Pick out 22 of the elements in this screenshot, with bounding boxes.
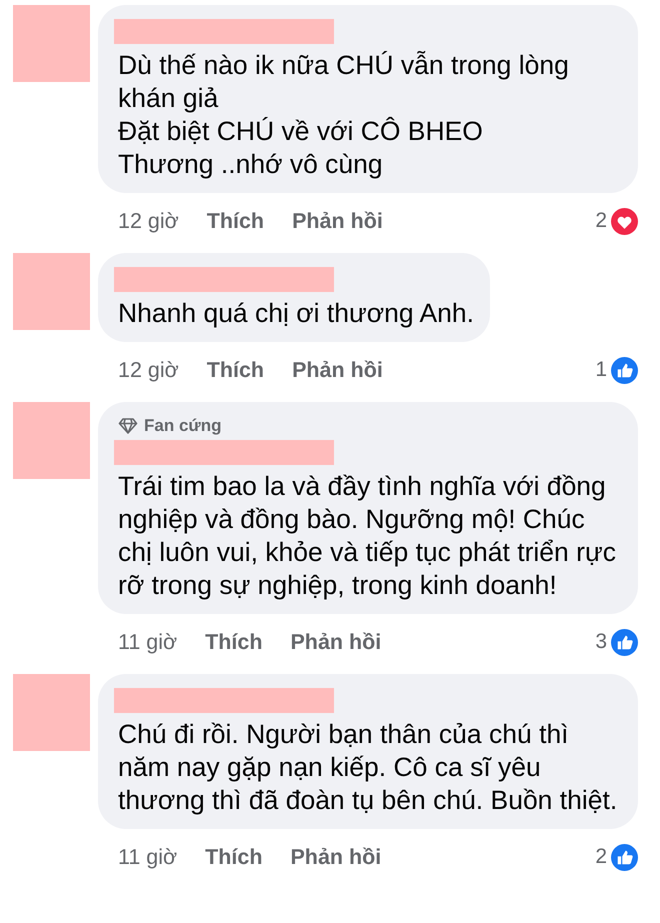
reaction-count: 3 <box>595 630 607 654</box>
like-link[interactable]: Thích <box>206 208 264 234</box>
badge-label: Fan cứng <box>144 416 222 436</box>
reply-link[interactable]: Phản hồi <box>290 630 382 654</box>
like-link[interactable]: Thích <box>205 844 262 870</box>
reaction-count: 2 <box>595 209 607 233</box>
reaction-count: 2 <box>595 845 607 869</box>
reply-link[interactable]: Phản hồi <box>292 208 383 234</box>
comment-time: 11 giờ <box>118 844 178 870</box>
reaction-count: 1 <box>595 358 607 382</box>
reply-link[interactable]: Phản hồi <box>292 358 383 382</box>
like-link[interactable]: Thích <box>205 630 262 654</box>
comment-text: Chú đi rồi. Người bạn thân của chú thì năm nay gặp nạn kiếp. Cô ca sĩ yêu thương thì đã đoàn tụ bên chú. Buồn thiệt. <box>118 718 618 817</box>
diamond-icon <box>118 416 138 436</box>
comment-text: Trái tim bao la và đầy tình nghĩa với đồng nghiệp và đồng bào. Ngưỡng mộ! Chúc chị luôn vui, khỏe và tiếp tục phát triển rực rỡ trong sự nghiệp, trong kinh doanh! <box>118 470 617 602</box>
reply-link[interactable]: Phản hồi <box>290 844 382 870</box>
like-link[interactable]: Thích <box>206 358 264 382</box>
comment-time: 12 giờ <box>118 208 179 234</box>
comment-text: Dù thế nào ik nữa CHÚ vẫn trong lòng khán giả Đặt biệt CHÚ về với CÔ BHEO Thương ..nhớ vô cùng <box>118 49 570 181</box>
comment-time: 12 giờ <box>118 358 179 382</box>
comment-time: 11 giờ <box>118 630 178 654</box>
comment-text: Nhanh quá chị ơi thương Anh. <box>118 297 474 330</box>
